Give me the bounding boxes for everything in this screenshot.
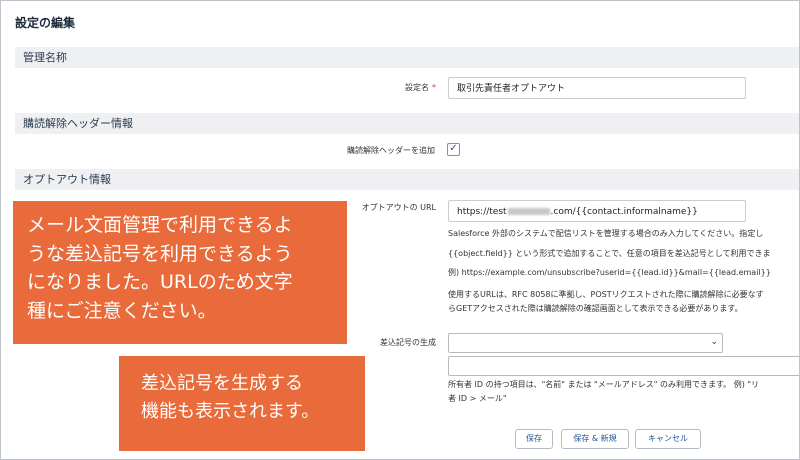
add-header-label: 購読解除ヘッダーを追加 xyxy=(347,146,435,155)
annotation-callout-merge-symbols: メール文面管理で利用できるよ うな差込記号を利用できるよう になりました。URL… xyxy=(13,201,347,344)
setting-name-label: 設定名 * xyxy=(405,82,436,93)
save-and-new-button[interactable]: 保存 & 新規 xyxy=(561,429,629,449)
setting-name-label-text: 設定名 xyxy=(405,83,429,92)
optout-url-label: オプトアウトの URL xyxy=(361,203,436,212)
optout-url-prefix: https://test xyxy=(457,207,507,217)
required-mark: * xyxy=(432,83,436,92)
callout-line: 種にご注意ください。 xyxy=(27,299,217,322)
help-text-line: 例) https://example.com/unsubscribe?useri… xyxy=(448,268,771,277)
help-text-line: 所有者 ID の持つ項目は、"名前" または "メールアドレス" のみ利用できま… xyxy=(448,380,760,389)
callout-line: メール文面管理で利用できるよ xyxy=(27,214,293,236)
callout-line: 差込記号を生成する xyxy=(141,373,303,394)
redacted-domain xyxy=(507,208,550,215)
checkmark-icon: ✓ xyxy=(449,143,458,154)
annotation-callout-generator: 差込記号を生成する 機能も表示されます。 xyxy=(119,356,365,451)
optout-url-input[interactable]: https://test .com/{{contact.informalname}… xyxy=(448,200,746,222)
save-button[interactable]: 保存 xyxy=(515,429,553,449)
setting-name-input[interactable]: 取引先責任者オプトアウト xyxy=(448,77,746,99)
edit-settings-panel: 設定の編集 管理名称 設定名 * 取引先責任者オプトアウト 購読解除ヘッダー情報 … xyxy=(0,0,800,460)
help-text-line: Salesforce 外部のシステムで配信リストを管理する場合のみ入力してくださ… xyxy=(448,229,764,238)
section-header-management-name: 管理名称 xyxy=(15,47,799,68)
page-title: 設定の編集 xyxy=(15,16,76,30)
merge-symbol-label: 差込記号の生成 xyxy=(380,338,436,347)
help-text-line: 使用するURLは、RFC 8058に準拠し、POSTリクエストされた際に購読解除… xyxy=(448,290,764,299)
callout-line: になりました。URLのため文字 xyxy=(27,271,293,293)
merge-symbol-select[interactable]: ⌄ xyxy=(448,333,723,353)
callout-line: うな差込記号を利用できるよう xyxy=(27,242,293,265)
section-header-unsubscribe-header: 購読解除ヘッダー情報 xyxy=(15,113,799,134)
help-text-line: 者 ID > メール" xyxy=(448,394,507,403)
callout-line: 機能も表示されます。 xyxy=(141,401,320,422)
help-text-line: らGETアクセスされた際は購読解除の確認画面として表示できる必要があります。 xyxy=(448,304,743,313)
section-header-optout-info: オプトアウト情報 xyxy=(15,169,799,190)
merge-symbol-output[interactable] xyxy=(448,356,799,376)
chevron-down-icon: ⌄ xyxy=(710,337,718,347)
add-header-checkbox[interactable]: ✓ xyxy=(447,143,460,156)
optout-url-suffix: .com/{{contact.informalname}} xyxy=(550,207,698,217)
help-text-line: {{object.field}} という形式で追加することで、任意の項目を差込記… xyxy=(448,249,771,258)
cancel-button[interactable]: キャンセル xyxy=(635,429,701,449)
